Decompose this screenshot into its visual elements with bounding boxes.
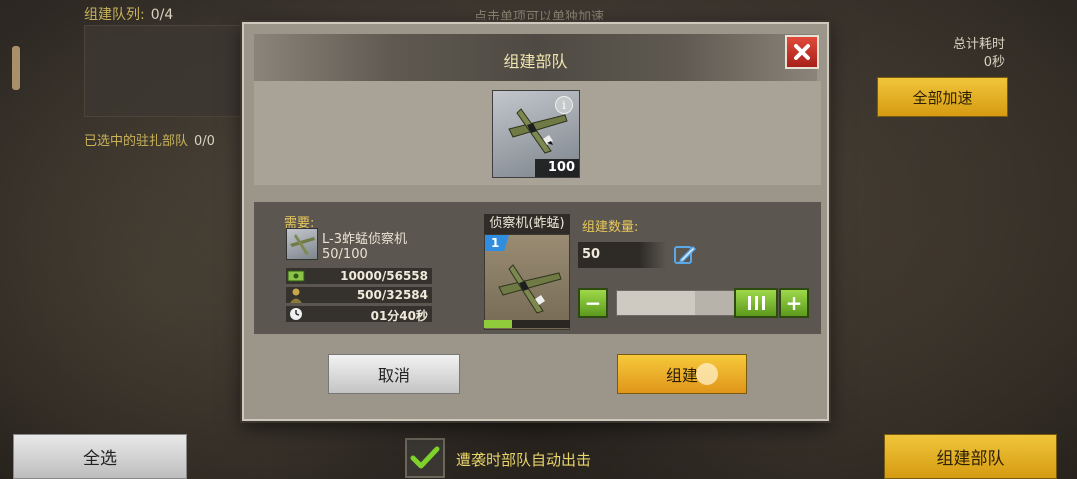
unit-progress-fill [484,320,513,328]
build-troops-dialog: 组建部队 i 100 需要: L-3蚱蜢侦察机 50/100 10000/565… [242,22,829,421]
unit-card[interactable]: i 100 [492,90,580,178]
queue-slot[interactable] [84,25,244,117]
dialog-title: 组建部队 [503,52,568,71]
close-button[interactable] [785,35,819,69]
slider-handle[interactable] [734,288,778,318]
recon-plane-icon [498,264,562,314]
info-icon[interactable]: i [555,96,573,114]
recon-plane-icon [290,234,315,255]
resource-value: 10000/56558 [340,269,428,283]
soldier-icon [290,288,302,303]
required-item-thumbnail [286,228,318,260]
total-time-value: 0秒 [983,55,1005,70]
resource-row: 01分40秒 [286,306,432,323]
garrison-count: 0/0 [194,134,215,149]
unit-name: 侦察机(蚱蜢) [484,214,570,234]
dialog-header: 组建部队 [254,34,817,84]
checkmark-icon [410,446,440,469]
unit-progress-bar [484,320,570,328]
build-count-label: 组建数量: [582,220,639,235]
select-all-button[interactable]: 全选 [13,434,187,479]
increase-button[interactable]: + [779,288,809,318]
required-item-count: 50/100 [322,247,368,262]
tap-indicator [696,363,718,385]
build-troops-button[interactable]: 组建部队 [884,434,1057,479]
build-button[interactable]: 组建 [617,354,747,394]
resource-value: 01分40秒 [370,309,428,323]
unit-card-quantity: 100 [535,159,579,177]
required-item-name: L-3蚱蜢侦察机 [322,232,407,247]
total-time-label: 总计耗时 [952,37,1005,52]
cash-icon [287,270,305,282]
unit-level-badge: 1 [485,235,509,251]
cancel-button[interactable]: 取消 [328,354,460,394]
build-button-label: 组建 [665,366,698,385]
speedup-all-button[interactable]: 全部加速 [877,77,1008,117]
garrison-label: 已选中的驻扎部队 0/0 [84,134,215,149]
build-count-input[interactable]: 50 [578,242,666,268]
auto-dispatch-checkbox[interactable] [405,438,445,478]
auto-dispatch-label: 遭袭时部队自动出击 [456,451,592,469]
unit-portrait[interactable]: 1 [484,234,570,330]
edit-icon [674,245,697,264]
edit-count-button[interactable] [672,242,698,268]
decrease-button[interactable]: − [578,288,608,318]
queue-label: 组建队列: 0/4 [84,7,174,23]
resource-row: 500/32584 [286,287,432,303]
slider-fill [617,291,695,315]
resource-row: 10000/56558 [286,268,432,284]
queue-count: 0/4 [150,7,174,23]
clock-icon [289,307,303,321]
close-icon [794,44,810,60]
resource-value: 500/32584 [356,288,428,302]
side-drawer-handle[interactable] [12,46,20,90]
